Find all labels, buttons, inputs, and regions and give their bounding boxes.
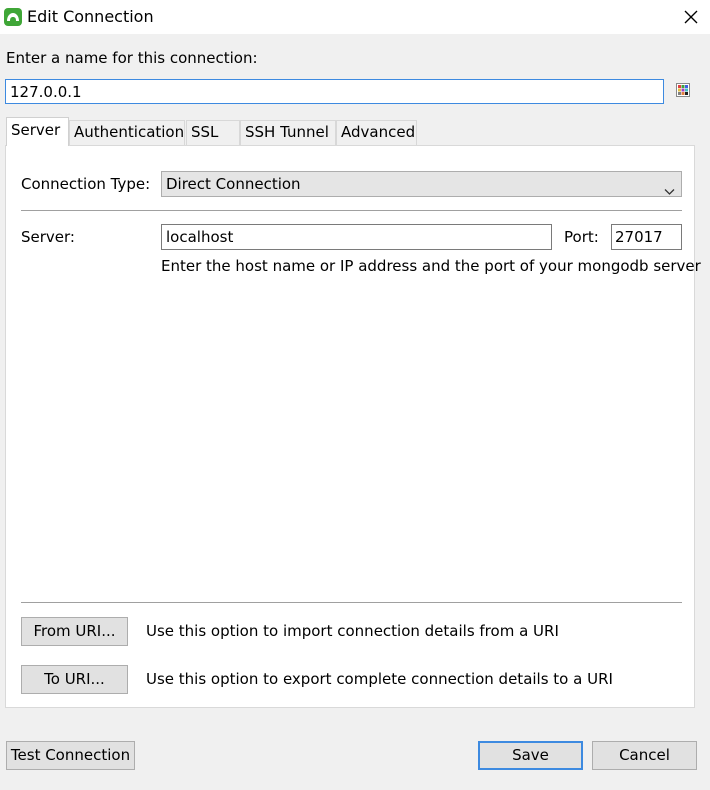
close-icon[interactable] <box>672 0 710 34</box>
server-host-input[interactable] <box>161 224 552 250</box>
mongo-leaf-icon <box>4 8 22 26</box>
to-uri-description: Use this option to export complete conne… <box>146 670 613 688</box>
title-bar: Edit Connection <box>0 0 710 34</box>
color-picker-icon[interactable] <box>676 83 690 97</box>
server-label: Server: <box>21 228 75 246</box>
window-title: Edit Connection <box>27 7 154 26</box>
connection-name-input[interactable] <box>5 79 664 104</box>
to-uri-button[interactable]: To URI... <box>21 665 128 694</box>
connection-type-label: Connection Type: <box>21 175 151 193</box>
connection-type-select[interactable]: Direct Connection <box>161 171 682 197</box>
from-uri-button[interactable]: From URI... <box>21 617 128 646</box>
chevron-down-icon <box>664 179 675 203</box>
tab-ssl[interactable]: SSL <box>186 120 240 145</box>
cancel-button[interactable]: Cancel <box>592 741 697 770</box>
port-label: Port: <box>564 228 599 246</box>
tab-server[interactable]: Server <box>6 117 69 146</box>
test-connection-button[interactable]: Test Connection <box>6 741 135 770</box>
server-hint-text: Enter the host name or IP address and th… <box>161 257 701 275</box>
tab-advanced[interactable]: Advanced <box>336 120 417 145</box>
divider <box>21 602 682 603</box>
tab-authentication[interactable]: Authentication <box>69 120 185 145</box>
tab-ssh-tunnel[interactable]: SSH Tunnel <box>240 120 336 145</box>
connection-name-label: Enter a name for this connection: <box>6 49 258 67</box>
divider <box>21 210 682 211</box>
save-button[interactable]: Save <box>478 741 583 770</box>
from-uri-description: Use this option to import connection det… <box>146 622 559 640</box>
port-input[interactable] <box>611 224 682 250</box>
connection-type-value: Direct Connection <box>166 175 301 193</box>
